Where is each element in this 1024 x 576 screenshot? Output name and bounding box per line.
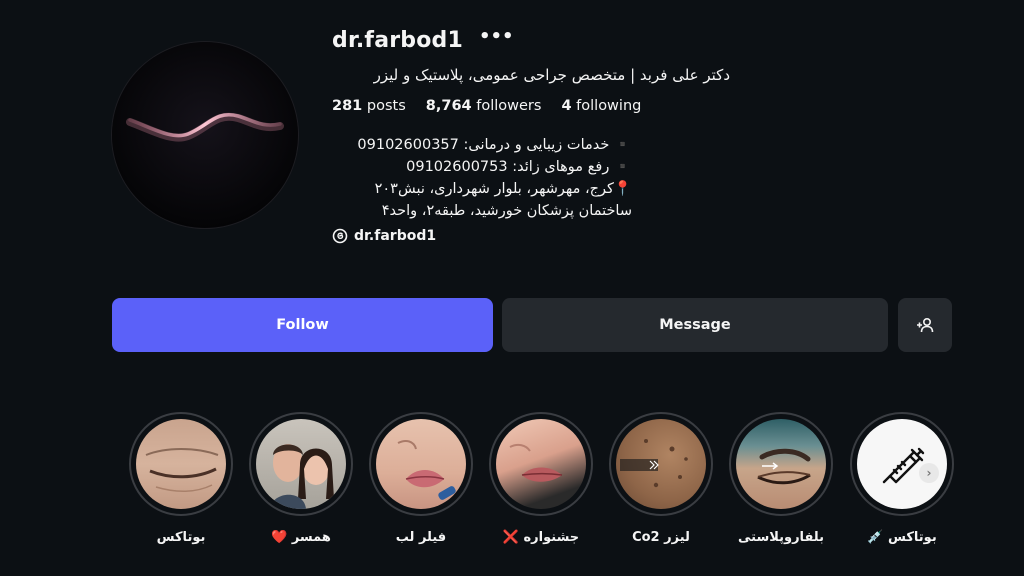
threads-link[interactable]: dr.farbod1: [332, 228, 972, 244]
couple-photo-icon: [270, 444, 334, 509]
highlight-ring: [369, 412, 473, 516]
highlight-item[interactable]: بلفاروپلاستی: [729, 412, 833, 545]
highlights-next-button[interactable]: ›: [919, 463, 939, 483]
story-highlights: بوتاکس 💉 بلفاروپلاستی لیزر Co2 جشنواره ❌…: [0, 412, 1024, 562]
highlight-thumbnail: [256, 419, 346, 509]
message-button-label: Message: [659, 317, 731, 333]
bio-line: 📍کرج، مهرشهر، بلوار شهرداری، نبش۲۰۳: [374, 181, 632, 197]
highlight-label: لیزر Co2: [632, 530, 690, 545]
profile-info: dr.farbod1 ••• دکتر علی فربد | متخصص جرا…: [332, 24, 972, 245]
highlight-item[interactable]: همسر ❤️: [249, 412, 353, 545]
followers-label: followers: [476, 98, 542, 114]
highlight-label: همسر ❤️: [271, 530, 331, 545]
lip-filler-photo-icon: [397, 440, 456, 500]
highlight-item[interactable]: جشنواره ❌: [489, 412, 593, 545]
syringe-icon: [882, 447, 925, 484]
follow-button[interactable]: Follow: [112, 298, 493, 352]
following-count: 4: [561, 98, 572, 114]
highlight-thumbnail: [136, 419, 226, 509]
full-name: دکتر علی فربد | متخصص جراحی عمومی، پلاست…: [373, 66, 730, 84]
bio: ▪️ خدمات زیبایی و درمانی: 09102600357 ▪️…: [332, 134, 632, 222]
highlight-ring: [489, 412, 593, 516]
follow-button-label: Follow: [276, 317, 329, 333]
highlight-label: بلفاروپلاستی: [738, 530, 824, 545]
threads-icon: [332, 228, 348, 244]
suggested-users-button[interactable]: [898, 298, 952, 352]
bio-line: ▪️ رفع موهای زائد: 09102600753: [406, 159, 632, 175]
highlight-thumbnail: [496, 419, 586, 509]
highlight-ring: [129, 412, 233, 516]
highlight-ring: [609, 412, 713, 516]
avatar-glow-curve: [126, 112, 284, 142]
threads-handle: dr.farbod1: [354, 228, 437, 244]
posts-count: 281: [332, 98, 363, 114]
highlight-ring: [850, 412, 954, 516]
username-row: dr.farbod1 •••: [332, 24, 972, 56]
followers-count: 8,764: [425, 98, 472, 114]
highlight-item[interactable]: بوتاکس 💉: [850, 412, 954, 545]
bio-line: ساختمان پزشکان خورشید، طبقه۲، واحد۴: [381, 203, 632, 219]
bio-line: ▪️ خدمات زیبایی و درمانی: 09102600357: [357, 137, 632, 153]
followers-stat[interactable]: 8,764 followers: [426, 98, 542, 114]
closed-eye-photo-icon: [145, 448, 219, 492]
more-options-icon[interactable]: •••: [479, 28, 514, 52]
highlight-thumbnail: [736, 419, 826, 509]
message-button[interactable]: Message: [502, 298, 888, 352]
skin-texture-photo-icon: [620, 439, 688, 488]
eyelid-photo-icon: [757, 448, 811, 485]
chevron-right-icon: ›: [926, 466, 932, 480]
highlight-label: بوتاکس: [156, 530, 206, 545]
posts-label: posts: [366, 98, 406, 114]
lips-photo-icon: [509, 443, 563, 482]
highlight-thumbnail: [376, 419, 466, 509]
highlight-item[interactable]: بوتاکس: [129, 412, 233, 545]
username: dr.farbod1: [332, 27, 464, 53]
highlight-thumbnail: [616, 419, 706, 509]
add-user-icon: [917, 317, 934, 333]
highlight-label: بوتاکس 💉: [867, 530, 937, 545]
highlight-ring: [249, 412, 353, 516]
highlight-ring: [729, 412, 833, 516]
posts-stat: 281 posts: [332, 98, 406, 114]
following-stat[interactable]: 4 following: [561, 98, 641, 114]
profile-avatar[interactable]: [112, 42, 298, 228]
profile-stats: 281 posts 8,764 followers 4 following: [332, 98, 972, 114]
highlight-label: فیلر لب: [395, 530, 447, 545]
highlight-item[interactable]: فیلر لب: [369, 412, 473, 545]
highlight-label: جشنواره ❌: [502, 530, 580, 545]
highlight-item[interactable]: لیزر Co2: [609, 412, 713, 545]
following-label: following: [576, 98, 642, 114]
